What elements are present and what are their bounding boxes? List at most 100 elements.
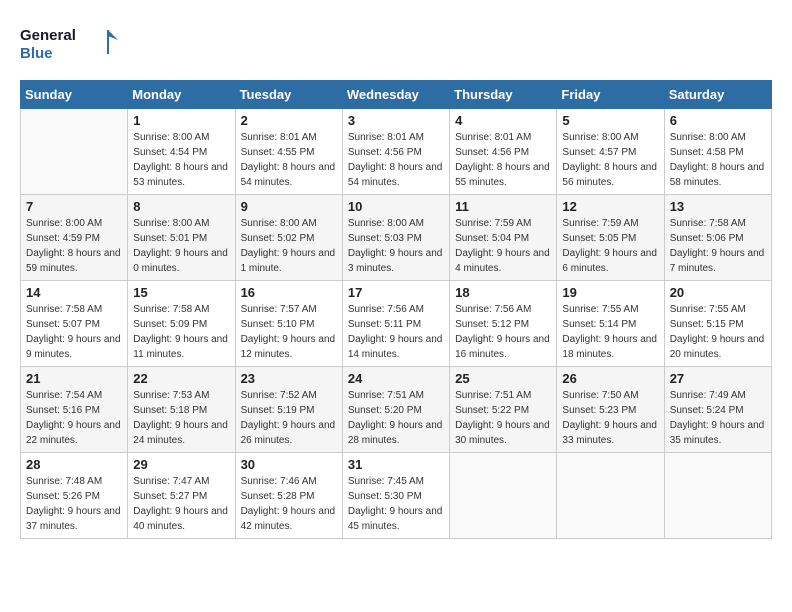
header-day-friday: Friday	[557, 81, 664, 109]
day-info: Sunrise: 7:58 AMSunset: 5:06 PMDaylight:…	[670, 216, 766, 276]
day-info: Sunrise: 8:00 AMSunset: 4:58 PMDaylight:…	[670, 130, 766, 190]
week-row-4: 21 Sunrise: 7:54 AMSunset: 5:16 PMDayligh…	[21, 367, 772, 453]
day-number: 12	[562, 199, 658, 214]
day-info: Sunrise: 7:48 AMSunset: 5:26 PMDaylight:…	[26, 474, 122, 534]
day-cell	[21, 109, 128, 195]
day-cell: 18 Sunrise: 7:56 AMSunset: 5:12 PMDayligh…	[450, 281, 557, 367]
header-day-monday: Monday	[128, 81, 235, 109]
day-info: Sunrise: 7:58 AMSunset: 5:07 PMDaylight:…	[26, 302, 122, 362]
day-info: Sunrise: 7:51 AMSunset: 5:22 PMDaylight:…	[455, 388, 551, 448]
day-cell	[450, 453, 557, 539]
day-info: Sunrise: 7:53 AMSunset: 5:18 PMDaylight:…	[133, 388, 229, 448]
day-number: 23	[241, 371, 337, 386]
day-number: 27	[670, 371, 766, 386]
day-info: Sunrise: 7:55 AMSunset: 5:15 PMDaylight:…	[670, 302, 766, 362]
day-number: 30	[241, 457, 337, 472]
day-cell: 4Sunrise: 8:01 AMSunset: 4:56 PMDaylight…	[450, 109, 557, 195]
day-info: Sunrise: 7:51 AMSunset: 5:20 PMDaylight:…	[348, 388, 444, 448]
day-number: 24	[348, 371, 444, 386]
day-cell: 5Sunrise: 8:00 AMSunset: 4:57 PMDaylight…	[557, 109, 664, 195]
day-info: Sunrise: 7:52 AMSunset: 5:19 PMDaylight:…	[241, 388, 337, 448]
day-cell: 2 Sunrise: 8:01 AMSunset: 4:55 PMDaylight…	[235, 109, 342, 195]
day-info: Sunrise: 7:56 AMSunset: 5:11 PMDaylight:…	[348, 302, 444, 362]
day-cell: 10 Sunrise: 8:00 AMSunset: 5:03 PMDayligh…	[342, 195, 449, 281]
day-number: 13	[670, 199, 766, 214]
day-cell: 11 Sunrise: 7:59 AMSunset: 5:04 PMDayligh…	[450, 195, 557, 281]
logo: General Blue	[20, 20, 120, 64]
page-header: General Blue	[20, 20, 772, 64]
day-cell: 31 Sunrise: 7:45 AMSunset: 5:30 PMDayligh…	[342, 453, 449, 539]
day-number: 28	[26, 457, 122, 472]
day-cell: 3Sunrise: 8:01 AMSunset: 4:56 PMDaylight…	[342, 109, 449, 195]
day-number: 19	[562, 285, 658, 300]
day-number: 3	[348, 113, 444, 128]
day-cell: 27 Sunrise: 7:49 AMSunset: 5:24 PMDayligh…	[664, 367, 771, 453]
day-number: 31	[348, 457, 444, 472]
day-number: 5	[562, 113, 658, 128]
day-info: Sunrise: 8:01 AMSunset: 4:55 PMDaylight:…	[241, 130, 337, 190]
calendar-table: SundayMondayTuesdayWednesdayThursdayFrid…	[20, 80, 772, 539]
day-cell: 24 Sunrise: 7:51 AMSunset: 5:20 PMDayligh…	[342, 367, 449, 453]
week-row-1: 1 Sunrise: 8:00 AMSunset: 4:54 PMDaylight…	[21, 109, 772, 195]
day-cell: 16 Sunrise: 7:57 AMSunset: 5:10 PMDayligh…	[235, 281, 342, 367]
week-row-5: 28 Sunrise: 7:48 AMSunset: 5:26 PMDayligh…	[21, 453, 772, 539]
day-info: Sunrise: 7:54 AMSunset: 5:16 PMDaylight:…	[26, 388, 122, 448]
svg-text:General: General	[20, 27, 76, 44]
day-number: 2	[241, 113, 337, 128]
header-row: SundayMondayTuesdayWednesdayThursdayFrid…	[21, 81, 772, 109]
day-info: Sunrise: 8:00 AMSunset: 5:03 PMDaylight:…	[348, 216, 444, 276]
day-info: Sunrise: 8:00 AMSunset: 5:02 PMDaylight:…	[241, 216, 337, 276]
day-number: 18	[455, 285, 551, 300]
day-info: Sunrise: 7:55 AMSunset: 5:14 PMDaylight:…	[562, 302, 658, 362]
day-info: Sunrise: 7:57 AMSunset: 5:10 PMDaylight:…	[241, 302, 337, 362]
header-day-sunday: Sunday	[21, 81, 128, 109]
day-number: 14	[26, 285, 122, 300]
day-number: 6	[670, 113, 766, 128]
day-number: 21	[26, 371, 122, 386]
header-day-thursday: Thursday	[450, 81, 557, 109]
day-cell: 26Sunrise: 7:50 AMSunset: 5:23 PMDayligh…	[557, 367, 664, 453]
day-info: Sunrise: 8:00 AMSunset: 4:54 PMDaylight:…	[133, 130, 229, 190]
logo-svg: General Blue	[20, 20, 120, 64]
day-number: 22	[133, 371, 229, 386]
day-info: Sunrise: 8:00 AMSunset: 5:01 PMDaylight:…	[133, 216, 229, 276]
day-cell: 20 Sunrise: 7:55 AMSunset: 5:15 PMDayligh…	[664, 281, 771, 367]
day-info: Sunrise: 7:58 AMSunset: 5:09 PMDaylight:…	[133, 302, 229, 362]
day-number: 1	[133, 113, 229, 128]
day-info: Sunrise: 7:50 AMSunset: 5:23 PMDaylight:…	[562, 388, 658, 448]
day-number: 4	[455, 113, 551, 128]
day-info: Sunrise: 7:56 AMSunset: 5:12 PMDaylight:…	[455, 302, 551, 362]
day-info: Sunrise: 7:49 AMSunset: 5:24 PMDaylight:…	[670, 388, 766, 448]
day-number: 8	[133, 199, 229, 214]
day-info: Sunrise: 8:00 AMSunset: 4:59 PMDaylight:…	[26, 216, 122, 276]
week-row-3: 14 Sunrise: 7:58 AMSunset: 5:07 PMDayligh…	[21, 281, 772, 367]
day-number: 20	[670, 285, 766, 300]
week-row-2: 7 Sunrise: 8:00 AMSunset: 4:59 PMDaylight…	[21, 195, 772, 281]
day-cell: 21 Sunrise: 7:54 AMSunset: 5:16 PMDayligh…	[21, 367, 128, 453]
day-number: 9	[241, 199, 337, 214]
day-info: Sunrise: 7:59 AMSunset: 5:04 PMDaylight:…	[455, 216, 551, 276]
svg-text:Blue: Blue	[20, 45, 53, 62]
day-number: 17	[348, 285, 444, 300]
day-cell: 9 Sunrise: 8:00 AMSunset: 5:02 PMDaylight…	[235, 195, 342, 281]
day-number: 16	[241, 285, 337, 300]
day-cell: 1 Sunrise: 8:00 AMSunset: 4:54 PMDaylight…	[128, 109, 235, 195]
day-cell: 29 Sunrise: 7:47 AMSunset: 5:27 PMDayligh…	[128, 453, 235, 539]
day-cell: 25Sunrise: 7:51 AMSunset: 5:22 PMDayligh…	[450, 367, 557, 453]
day-cell	[557, 453, 664, 539]
day-info: Sunrise: 7:47 AMSunset: 5:27 PMDaylight:…	[133, 474, 229, 534]
day-cell: 22 Sunrise: 7:53 AMSunset: 5:18 PMDayligh…	[128, 367, 235, 453]
day-number: 7	[26, 199, 122, 214]
day-number: 11	[455, 199, 551, 214]
day-cell: 8 Sunrise: 8:00 AMSunset: 5:01 PMDaylight…	[128, 195, 235, 281]
day-info: Sunrise: 7:45 AMSunset: 5:30 PMDaylight:…	[348, 474, 444, 534]
day-cell: 6 Sunrise: 8:00 AMSunset: 4:58 PMDaylight…	[664, 109, 771, 195]
day-cell: 28 Sunrise: 7:48 AMSunset: 5:26 PMDayligh…	[21, 453, 128, 539]
day-cell: 15Sunrise: 7:58 AMSunset: 5:09 PMDayligh…	[128, 281, 235, 367]
day-number: 29	[133, 457, 229, 472]
day-cell: 7 Sunrise: 8:00 AMSunset: 4:59 PMDaylight…	[21, 195, 128, 281]
day-cell: 12Sunrise: 7:59 AMSunset: 5:05 PMDayligh…	[557, 195, 664, 281]
day-cell: 13 Sunrise: 7:58 AMSunset: 5:06 PMDayligh…	[664, 195, 771, 281]
day-number: 10	[348, 199, 444, 214]
header-day-wednesday: Wednesday	[342, 81, 449, 109]
